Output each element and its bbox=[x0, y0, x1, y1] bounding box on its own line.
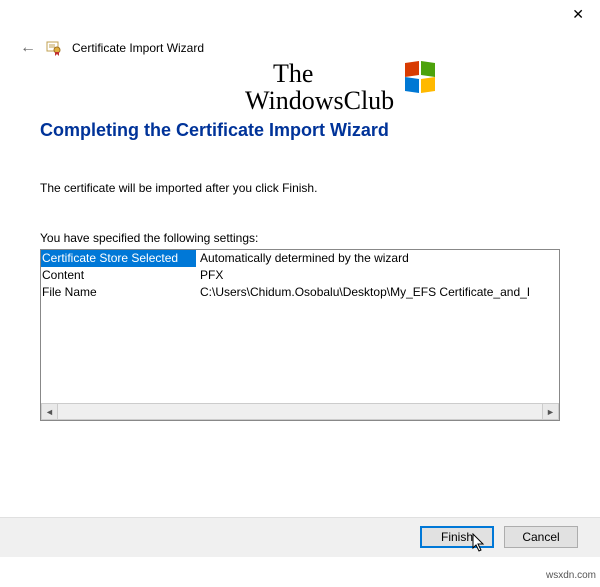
row-value: PFX bbox=[196, 267, 559, 284]
scroll-right-icon[interactable]: ► bbox=[542, 403, 559, 420]
row-value: C:\Users\Chidum.Osobalu\Desktop\My_EFS C… bbox=[196, 284, 559, 301]
wizard-header: ← Certificate Import Wizard bbox=[20, 40, 204, 56]
page-heading: Completing the Certificate Import Wizard bbox=[40, 120, 560, 141]
settings-label: You have specified the following setting… bbox=[40, 231, 560, 245]
row-label: Content bbox=[41, 267, 196, 284]
row-label: File Name bbox=[41, 284, 196, 301]
watermark-text: The WindowsClub bbox=[245, 60, 394, 115]
wizard-title: Certificate Import Wizard bbox=[72, 41, 204, 55]
source-watermark: wsxdn.com bbox=[546, 570, 596, 581]
close-icon[interactable]: ✕ bbox=[572, 6, 584, 23]
scroll-left-icon[interactable]: ◄ bbox=[41, 403, 58, 420]
table-row[interactable]: Content PFX bbox=[41, 267, 559, 284]
scroll-track[interactable] bbox=[58, 403, 542, 420]
row-label: Certificate Store Selected bbox=[41, 250, 196, 267]
cancel-button[interactable]: Cancel bbox=[504, 526, 578, 548]
horizontal-scrollbar[interactable]: ◄ ► bbox=[41, 403, 559, 420]
table-row[interactable]: Certificate Store Selected Automatically… bbox=[41, 250, 559, 267]
watermark-logo-icon bbox=[405, 62, 437, 94]
back-arrow-icon[interactable]: ← bbox=[20, 40, 36, 56]
instruction-text: The certificate will be imported after y… bbox=[40, 181, 560, 195]
settings-list: Certificate Store Selected Automatically… bbox=[40, 249, 560, 421]
finish-button[interactable]: Finish bbox=[420, 526, 494, 548]
footer-bar: Finish Cancel bbox=[0, 517, 600, 557]
certificate-icon bbox=[46, 40, 62, 56]
table-row[interactable]: File Name C:\Users\Chidum.Osobalu\Deskto… bbox=[41, 284, 559, 301]
row-value: Automatically determined by the wizard bbox=[196, 250, 559, 267]
